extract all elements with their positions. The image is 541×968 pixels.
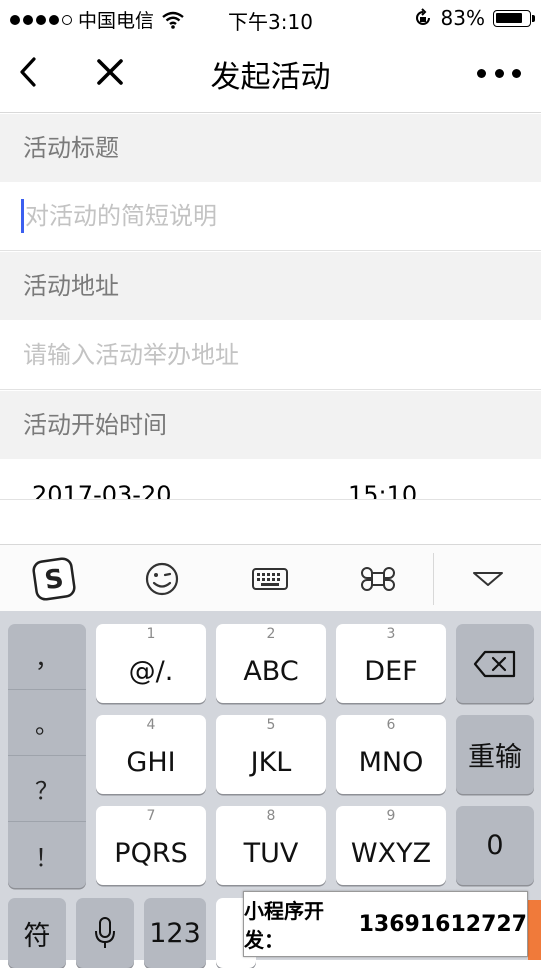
orange-key-edge (528, 900, 541, 960)
punct-question-key[interactable]: ？ (8, 756, 86, 822)
command-icon[interactable] (356, 557, 400, 601)
battery-icon (493, 9, 535, 27)
battery-fill (496, 12, 522, 23)
punct-comma-key[interactable]: ， (8, 624, 86, 690)
reenter-key[interactable]: 重输 (456, 715, 534, 794)
start-date[interactable]: 2017-03-20 (32, 481, 171, 499)
watermark-phone: 13691612727 (358, 911, 527, 937)
symbol-key[interactable]: 符 (8, 898, 66, 968)
key-7[interactable]: 7 PQRS (96, 806, 206, 885)
keyboard-icon[interactable] (248, 557, 292, 601)
punct-period-key[interactable]: 。 (8, 690, 86, 756)
key-6[interactable]: 6 MNO (336, 715, 446, 794)
address-input[interactable] (23, 321, 513, 389)
keyboard-toolbar: S (0, 544, 541, 611)
punctuation-column: ， 。 ？ ！ (8, 624, 86, 888)
key-2[interactable]: 2 ABC (216, 624, 326, 703)
address-label: 活动地址 (0, 252, 541, 320)
key-9[interactable]: 9 WXYZ (336, 806, 446, 885)
zero-key[interactable]: 0 (456, 806, 534, 885)
developer-watermark: 小程序开发： 13691612727 (243, 891, 528, 957)
toolbar-divider (433, 553, 434, 605)
punct-exclaim-key[interactable]: ！ (8, 822, 86, 888)
start-time[interactable]: 15:10 (348, 481, 417, 499)
battery-percent: 83% (440, 6, 485, 30)
key-8[interactable]: 8 TUV (216, 806, 326, 885)
nav-bar: 发起活动 (0, 36, 541, 113)
title-label: 活动标题 (0, 114, 541, 182)
key-4[interactable]: 4 GHI (96, 715, 206, 794)
text-caret (21, 199, 24, 233)
key-3[interactable]: 3 DEF (336, 624, 446, 703)
key-5[interactable]: 5 JKL (216, 715, 326, 794)
emoji-icon[interactable] (140, 557, 184, 601)
start-datetime-picker[interactable]: 2017-03-20 15:10 (0, 461, 541, 500)
key-1[interactable]: 1 @/. (96, 624, 206, 703)
rotation-lock-icon (415, 8, 430, 25)
address-field[interactable] (0, 321, 541, 390)
title-field[interactable] (0, 182, 541, 251)
backspace-icon (473, 650, 516, 677)
numbers-key[interactable]: 123 (144, 898, 206, 968)
backspace-key[interactable] (456, 624, 534, 703)
start-time-label: 活动开始时间 (0, 391, 541, 459)
status-right: 83% (413, 6, 535, 30)
status-bar: 中国电信 下午3:10 83% (0, 0, 541, 36)
voice-key[interactable] (76, 898, 134, 968)
microphone-icon (95, 917, 115, 948)
collapse-icon[interactable] (466, 557, 510, 601)
page-title: 发起活动 (210, 60, 331, 95)
more-dots-icon[interactable] (477, 58, 521, 88)
title-input[interactable] (23, 182, 515, 250)
sogou-logo-icon[interactable]: S (32, 557, 76, 601)
watermark-label: 小程序开发： (244, 899, 324, 952)
